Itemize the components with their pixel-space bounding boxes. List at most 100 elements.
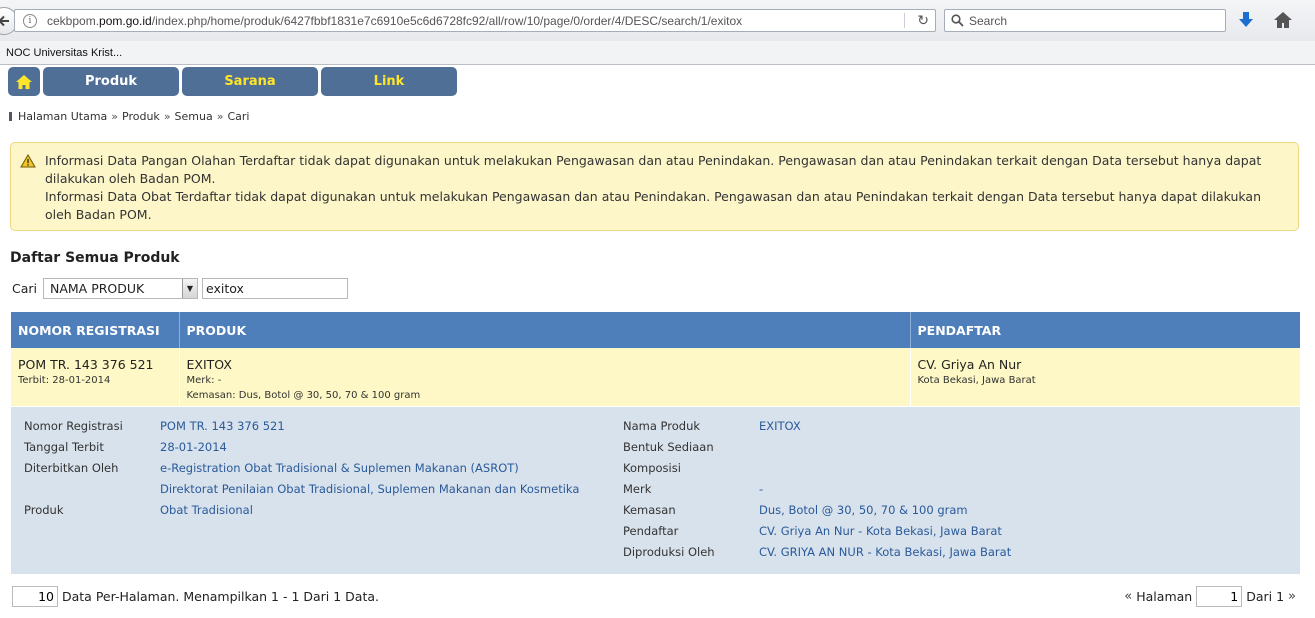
detail-value: Dus, Botol @ 30, 50, 70 & 100 gram: [759, 503, 968, 517]
dropdown-arrow-icon[interactable]: ▼: [182, 279, 197, 298]
registrant-city: Kota Bekasi, Jawa Barat: [917, 375, 1036, 386]
detail-right-list: Nama Produk EXITOX Bentuk Sediaan Komposi…: [623, 419, 1011, 566]
search-field-select[interactable]: NAMA PRODUK ▼: [43, 278, 198, 299]
column-header-produk[interactable]: PRODUK: [179, 312, 911, 348]
page-content: Produk Sarana Link Halaman Utama» Produk»…: [0, 65, 1315, 618]
breadcrumb-bullet: [9, 112, 12, 121]
search-label: Cari: [12, 281, 37, 296]
table-row[interactable]: POM TR. 143 376 521 Terbit: 28-01-2014 E…: [11, 348, 1300, 407]
pagination-controls: « Halaman Dari 1 »: [1120, 586, 1300, 607]
detail-item: Produk Obat Tradisional: [24, 503, 579, 524]
home-icon: [16, 74, 32, 89]
column-header-pendaftar[interactable]: PENDAFTAR: [910, 312, 1300, 348]
detail-key: Nomor Registrasi: [24, 419, 123, 433]
nav-tab-sarana[interactable]: Sarana: [182, 67, 318, 96]
detail-item: Bentuk Sediaan: [623, 440, 1011, 461]
next-page-icon[interactable]: »: [1284, 589, 1300, 604]
detail-value: POM TR. 143 376 521: [160, 419, 285, 433]
product-kemasan: Kemasan: Dus, Botol @ 30, 50, 70 & 100 g…: [186, 390, 421, 401]
detail-item: Nama Produk EXITOX: [623, 419, 1011, 440]
url-prefix: cekbpom.: [47, 13, 100, 28]
back-arrow-icon: [0, 15, 9, 27]
url-domain: pom.go.id: [99, 13, 152, 28]
search-icon: [951, 14, 964, 27]
cell-pendaftar: CV. Griya An Nur Kota Bekasi, Jawa Barat: [910, 348, 1300, 407]
detail-key: Tanggal Terbit: [24, 440, 104, 454]
detail-key: [24, 482, 160, 503]
detail-value: Direktorat Penilaian Obat Tradisional, S…: [160, 482, 580, 496]
breadcrumb-separator: »: [216, 110, 224, 123]
detail-value: EXITOX: [759, 419, 801, 433]
detail-item: Diterbitkan Oleh e-Registration Obat Trad…: [24, 461, 579, 482]
detail-value: Obat Tradisional: [160, 503, 253, 517]
detail-key: Merk: [623, 482, 652, 496]
nav-home-button[interactable]: [8, 67, 40, 96]
detail-key: Produk: [24, 503, 64, 517]
detail-key: Diproduksi Oleh: [623, 545, 715, 559]
nav-tab-produk[interactable]: Produk: [43, 67, 179, 96]
detail-item: Komposisi: [623, 461, 1011, 482]
table-header-row: NOMOR REGISTRASI PRODUK PENDAFTAR: [11, 312, 1300, 348]
cell-produk: EXITOX Merk: - Kemasan: Dus, Botol @ 30,…: [179, 348, 911, 407]
issue-date: Terbit: 28-01-2014: [18, 375, 111, 386]
detail-key: Komposisi: [623, 461, 681, 475]
product-name: EXITOX: [186, 357, 232, 372]
site-info-icon[interactable]: i: [23, 13, 37, 28]
page-title: Daftar Semua Produk: [10, 250, 180, 266]
search-placeholder: Search: [969, 13, 1008, 28]
warning-icon: [20, 154, 36, 168]
detail-item: Nomor Registrasi POM TR. 143 376 521: [24, 419, 579, 440]
detail-item: Direktorat Penilaian Obat Tradisional, S…: [24, 482, 579, 503]
cell-nomor-registrasi: POM TR. 143 376 521 Terbit: 28-01-2014: [11, 348, 180, 407]
breadcrumb-separator: »: [163, 110, 171, 123]
url-divider: [904, 13, 905, 28]
detail-key: Nama Produk: [623, 419, 701, 433]
reload-icon[interactable]: ↻: [917, 12, 929, 29]
warning-notice: Informasi Data Pangan Olahan Terdaftar t…: [10, 142, 1299, 231]
detail-key: Kemasan: [623, 503, 676, 517]
browser-toolbar: i cekbpom. pom.go.id/index.php/home/produ…: [0, 0, 1315, 41]
detail-key: Diterbitkan Oleh: [24, 461, 119, 475]
detail-item: Tanggal Terbit 28-01-2014: [24, 440, 579, 461]
halaman-label: Halaman: [1136, 589, 1193, 604]
detail-value: CV. Griya An Nur - Kota Bekasi, Jawa Bar…: [759, 524, 1002, 538]
browser-home-icon[interactable]: [1272, 10, 1294, 30]
notice-text-pangan: Informasi Data Pangan Olahan Terdaftar t…: [45, 153, 1262, 186]
breadcrumb-separator: »: [111, 110, 119, 123]
detail-item: Merk -: [623, 482, 1011, 503]
detail-item: Kemasan Dus, Botol @ 30, 50, 70 & 100 gra…: [623, 503, 1011, 524]
column-header-nomor-registrasi[interactable]: NOMOR REGISTRASI: [11, 312, 180, 348]
search-form: Cari NAMA PRODUK ▼: [12, 278, 348, 299]
breadcrumb-item: Cari: [227, 110, 250, 123]
nav-tab-link[interactable]: Link: [321, 67, 457, 96]
per-page-input[interactable]: [12, 586, 58, 607]
page-total-label: Dari 1: [1246, 589, 1285, 604]
search-input[interactable]: [202, 278, 348, 299]
notice-text-obat: Informasi Data Obat Terdaftar tidak dapa…: [45, 189, 1261, 222]
bookmark-item[interactable]: NOC Universitas Krist...: [6, 47, 122, 59]
browser-search-box[interactable]: Search: [944, 9, 1226, 32]
detail-value: e-Registration Obat Tradisional & Suplem…: [160, 461, 519, 475]
registration-number: POM TR. 143 376 521: [18, 357, 154, 372]
prev-page-icon[interactable]: «: [1120, 589, 1136, 604]
breadcrumb-item[interactable]: Semua: [175, 110, 213, 123]
detail-left-list: Nomor Registrasi POM TR. 143 376 521 Tang…: [24, 419, 579, 524]
breadcrumb-item[interactable]: Halaman Utama: [18, 110, 107, 123]
search-field-value: NAMA PRODUK: [50, 281, 145, 296]
download-icon[interactable]: [1236, 10, 1256, 30]
detail-key: Pendaftar: [623, 524, 679, 538]
detail-value: 28-01-2014: [160, 440, 227, 454]
address-bar[interactable]: i cekbpom. pom.go.id/index.php/home/produ…: [14, 9, 936, 32]
pagination-summary: Data Per-Halaman. Menampilkan 1 - 1 Dari…: [12, 586, 379, 607]
main-nav: Produk Sarana Link: [8, 67, 460, 96]
detail-value: CV. GRIYA AN NUR - Kota Bekasi, Jawa Bar…: [759, 545, 1012, 559]
registrant-name: CV. Griya An Nur: [917, 357, 1022, 372]
breadcrumb: Halaman Utama» Produk» Semua» Cari: [9, 110, 249, 123]
breadcrumb-item[interactable]: Produk: [122, 110, 160, 123]
page-number-input[interactable]: [1196, 586, 1243, 607]
pagination-summary-text: Data Per-Halaman. Menampilkan 1 - 1 Dari…: [62, 589, 379, 604]
detail-item: Diproduksi Oleh CV. GRIYA AN NUR - Kota B…: [623, 545, 1011, 566]
bookmarks-bar: NOC Universitas Krist...: [0, 41, 1315, 65]
detail-item: Pendaftar CV. Griya An Nur - Kota Bekasi,…: [623, 524, 1011, 545]
detail-value: -: [759, 482, 764, 496]
